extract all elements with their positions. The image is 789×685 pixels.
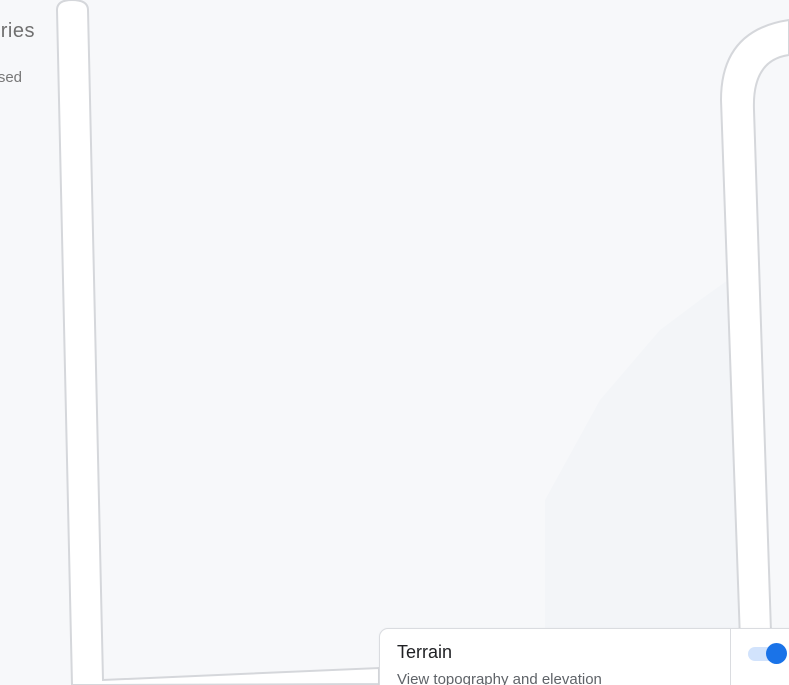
card-divider xyxy=(730,629,731,685)
terrain-layer-card[interactable]: Terrain View topography and elevation xyxy=(379,628,789,685)
left-panel-title: ries xyxy=(0,20,35,42)
map-view[interactable]: ries sed Terrain View topography and ele… xyxy=(0,0,789,685)
terrain-toggle[interactable] xyxy=(748,641,789,665)
left-panel-subtitle: sed xyxy=(0,69,22,86)
terrain-layer-title: Terrain xyxy=(397,642,453,662)
terrain-layer-description: View topography and elevation xyxy=(397,671,602,685)
map-canvas[interactable] xyxy=(0,0,789,685)
toggle-knob xyxy=(766,643,787,664)
left-panel-partial: ries sed xyxy=(0,0,60,685)
